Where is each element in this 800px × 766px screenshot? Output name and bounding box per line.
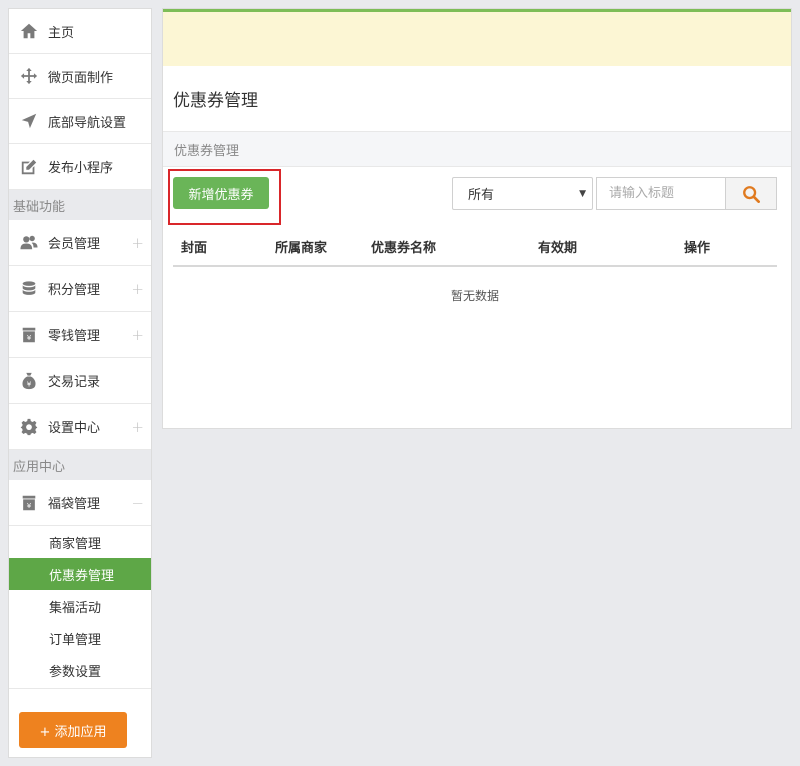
sub-menu: 商家管理 优惠券管理 集福活动 订单管理 参数设置	[9, 526, 151, 689]
filter-select-value: 所有	[468, 188, 495, 203]
add-app-button[interactable]: + 添加应用	[19, 712, 127, 748]
column-header-actions: 操作	[684, 240, 711, 256]
search-icon	[743, 185, 760, 203]
gear-icon	[19, 417, 39, 437]
sidebar-item-micro-page[interactable]: 微页面制作	[9, 54, 151, 99]
collapse-icon[interactable]: −	[131, 494, 144, 512]
sub-item-orders[interactable]: 订单管理	[9, 622, 151, 654]
search-button[interactable]	[725, 177, 777, 210]
coupon-table: 封面 所属商家 优惠券名称 有效期 操作 暂无数据	[173, 227, 777, 323]
sidebar-item-label: 零钱管理	[48, 329, 101, 344]
notice-banner	[163, 9, 791, 66]
breadcrumb: 优惠券管理	[163, 131, 791, 167]
search-input[interactable]	[596, 177, 726, 210]
section-header-basic: 基础功能	[9, 190, 151, 220]
sidebar-item-label: 交易记录	[48, 375, 101, 390]
page-title: 优惠券管理	[173, 91, 258, 111]
sub-item-merchants[interactable]: 商家管理	[9, 526, 151, 558]
home-icon	[19, 21, 39, 41]
toolbar: 新增优惠券 所有 ▼	[163, 167, 791, 227]
column-header-validity: 有效期	[538, 240, 578, 256]
sidebar-item-label: 发布小程序	[48, 161, 114, 176]
sidebar: 主页 微页面制作 底部导航设置 发布小程序 基础功能 会员管理 + 积分管理 +…	[8, 8, 152, 758]
section-header-apps: 应用中心	[9, 450, 151, 480]
sidebar-item-publish[interactable]: 发布小程序	[9, 144, 151, 190]
table-header: 封面 所属商家 优惠券名称 有效期 操作	[173, 227, 777, 267]
sub-item-coupons[interactable]: 优惠券管理	[9, 558, 151, 590]
sidebar-item-home[interactable]: 主页	[9, 9, 151, 54]
svg-text:¥: ¥	[27, 379, 32, 388]
expand-icon[interactable]: +	[131, 418, 144, 436]
edit-icon	[19, 157, 39, 177]
sidebar-item-label: 设置中心	[48, 421, 101, 436]
filter-select[interactable]: 所有 ▼	[452, 177, 593, 210]
expand-icon[interactable]: +	[131, 234, 144, 252]
sidebar-item-bottom-nav[interactable]: 底部导航设置	[9, 99, 151, 144]
column-header-merchant: 所属商家	[275, 240, 328, 256]
cash-can-icon: ¥	[19, 493, 39, 513]
navigation-arrow-icon	[19, 111, 39, 131]
expand-icon[interactable]: +	[131, 280, 144, 298]
sub-item-parameters[interactable]: 参数设置	[9, 654, 151, 686]
column-header-cover: 封面	[181, 240, 208, 256]
money-bag-icon: ¥	[19, 371, 39, 391]
caret-down-icon: ▼	[579, 188, 586, 199]
sidebar-item-label: 底部导航设置	[48, 115, 127, 131]
sidebar-item-lucky-bag[interactable]: ¥ 福袋管理 −	[9, 480, 151, 526]
sidebar-item-label: 主页	[48, 25, 75, 41]
users-icon	[19, 233, 39, 253]
sidebar-item-label: 福袋管理	[48, 497, 101, 512]
main-panel: 优惠券管理 优惠券管理 新增优惠券 所有 ▼ 封面 所属商家 优惠券名称 有效期…	[162, 8, 792, 429]
add-coupon-button[interactable]: 新增优惠券	[173, 177, 269, 209]
cash-can-icon: ¥	[19, 325, 39, 345]
svg-text:¥: ¥	[27, 332, 32, 341]
expand-icon[interactable]: +	[131, 326, 144, 344]
sidebar-item-label: 微页面制作	[48, 70, 114, 86]
sidebar-item-settings[interactable]: 设置中心 +	[9, 404, 151, 450]
database-icon	[19, 279, 39, 299]
sidebar-item-label: 会员管理	[48, 237, 101, 252]
sidebar-item-members[interactable]: 会员管理 +	[9, 220, 151, 266]
column-header-coupon-name: 优惠券名称	[371, 240, 437, 256]
sidebar-item-points[interactable]: 积分管理 +	[9, 266, 151, 312]
sidebar-item-change[interactable]: ¥ 零钱管理 +	[9, 312, 151, 358]
sidebar-item-transactions[interactable]: ¥ 交易记录	[9, 358, 151, 404]
sub-item-collect-activity[interactable]: 集福活动	[9, 590, 151, 622]
empty-state: 暂无数据	[450, 288, 499, 303]
move-icon	[19, 66, 39, 86]
svg-text:¥: ¥	[27, 500, 32, 509]
sidebar-item-label: 积分管理	[48, 283, 101, 298]
